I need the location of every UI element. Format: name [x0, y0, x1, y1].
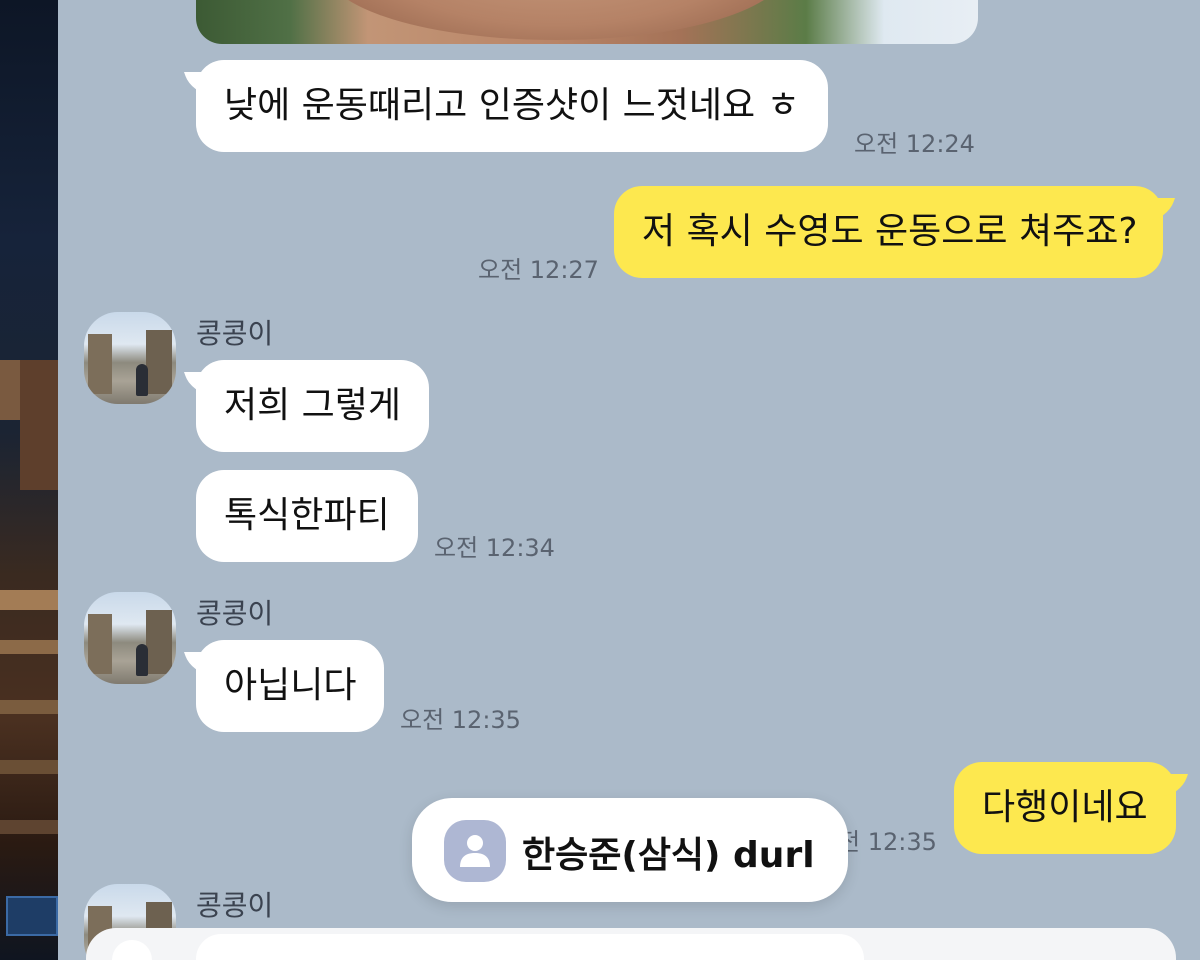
person-icon — [444, 820, 506, 882]
message-time: 오전 12:24 — [854, 130, 975, 158]
message-bubble-received[interactable]: 낮에 운동때리고 인증샷이 느젓네요 ㅎ — [196, 60, 828, 152]
sender-name: 콩콩이 — [196, 889, 274, 922]
message-text: 저 혹시 수영도 운동으로 쳐주죠? — [642, 211, 1138, 252]
sender-name: 콩콩이 — [196, 317, 274, 350]
message-text: 아닙니다 — [224, 665, 357, 706]
avatar[interactable] — [84, 592, 176, 684]
message-time: 오전 12:35 — [400, 706, 521, 734]
message-text: 낮에 운동때리고 인증샷이 느젓네요 ㅎ — [224, 85, 800, 126]
photo-message[interactable] — [196, 0, 978, 44]
message-bubble-received[interactable]: 아닙니다 — [196, 640, 385, 732]
mention-suggestion[interactable]: 한승준(삼식) durl — [412, 798, 848, 902]
message-bubble-received[interactable]: 저희 그렇게 — [196, 360, 430, 452]
sender-name: 콩콩이 — [196, 597, 274, 630]
avatar[interactable] — [84, 312, 176, 404]
message-time: 오전 12:27 — [478, 256, 599, 284]
photo-content — [326, 0, 786, 40]
message-time: 전 12:35 — [838, 828, 937, 856]
message-text: 톡식한파티 — [224, 495, 390, 536]
background-app-edge — [0, 0, 58, 960]
message-bubble-received[interactable]: 톡식한파티 — [196, 470, 418, 562]
message-input[interactable] — [196, 934, 864, 960]
message-time: 오전 12:34 — [434, 534, 555, 562]
message-text: 저희 그렇게 — [224, 385, 402, 426]
message-bubble-sent[interactable]: 다행이네요 — [954, 762, 1176, 854]
mention-label: 한승준(삼식) durl — [522, 835, 815, 876]
message-bubble-sent[interactable]: 저 혹시 수영도 운동으로 쳐주죠? — [614, 186, 1164, 278]
message-text: 다행이네요 — [982, 787, 1148, 828]
